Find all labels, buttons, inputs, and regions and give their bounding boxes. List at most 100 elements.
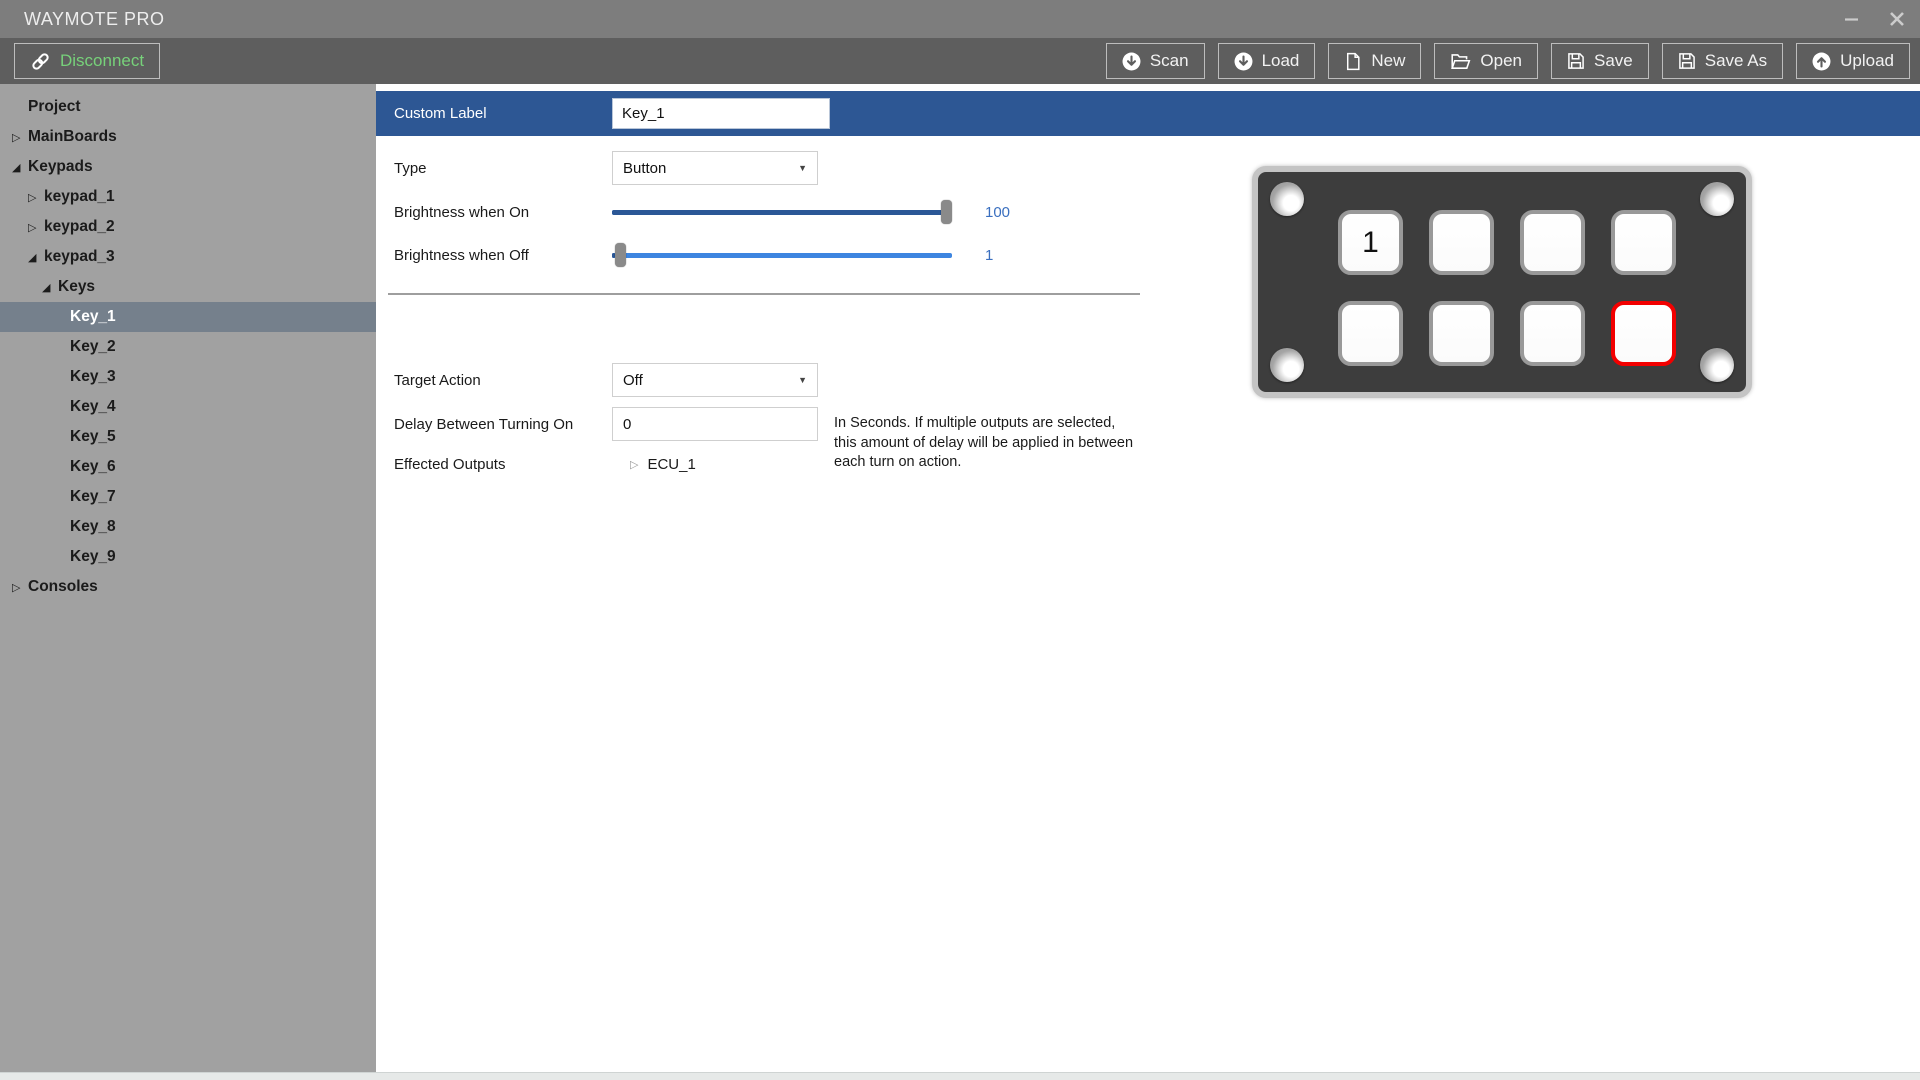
tree-item-keypads[interactable]: ◢Keypads bbox=[0, 152, 376, 182]
keypad-key-7[interactable] bbox=[1520, 301, 1585, 366]
keypad-key-4[interactable] bbox=[1611, 210, 1676, 275]
collapsed-arrow-icon[interactable]: ▷ bbox=[28, 213, 44, 243]
section-divider bbox=[388, 293, 1140, 295]
tree-item-label: Key_7 bbox=[70, 488, 116, 505]
close-icon bbox=[1890, 12, 1904, 26]
content: Project▷MainBoards◢Keypads▷keypad_1▷keyp… bbox=[0, 84, 1920, 1072]
sidebar: Project▷MainBoards◢Keypads▷keypad_1▷keyp… bbox=[0, 84, 376, 1072]
delay-row: Delay Between Turning On bbox=[394, 407, 818, 441]
close-button[interactable] bbox=[1874, 0, 1920, 38]
tree-item-key_9[interactable]: Key_9 bbox=[0, 542, 376, 572]
tree-item-consoles[interactable]: ▷Consoles bbox=[0, 572, 376, 602]
toolbar-button-scan[interactable]: Scan bbox=[1106, 43, 1205, 79]
brightness-off-label: Brightness when Off bbox=[394, 247, 612, 264]
tree-item-keys[interactable]: ◢Keys bbox=[0, 272, 376, 302]
slider-thumb[interactable] bbox=[941, 200, 952, 224]
disconnect-button[interactable]: Disconnect bbox=[14, 43, 160, 79]
tree-item-key_6[interactable]: Key_6 bbox=[0, 452, 376, 482]
expanded-arrow-icon[interactable]: ◢ bbox=[28, 243, 44, 273]
slider-thumb[interactable] bbox=[615, 243, 626, 267]
key-editor: Custom Label Type Button ▼ Brightness wh… bbox=[376, 84, 1920, 1072]
toolbar-button-open[interactable]: Open bbox=[1434, 43, 1538, 79]
keypad-key-5[interactable] bbox=[1338, 301, 1403, 366]
chevron-down-icon: ▼ bbox=[798, 375, 807, 385]
target-action-dropdown[interactable]: Off ▼ bbox=[612, 363, 818, 397]
app-title: WAYMOTE PRO bbox=[24, 9, 165, 30]
effected-outputs-expander[interactable]: ▷ ECU_1 bbox=[612, 456, 696, 473]
tree-item-keypad_1[interactable]: ▷keypad_1 bbox=[0, 182, 376, 212]
target-action-label: Target Action bbox=[394, 372, 612, 389]
toolbar-button-upload[interactable]: Upload bbox=[1796, 43, 1910, 79]
keypad-key-6[interactable] bbox=[1429, 301, 1494, 366]
screw-icon bbox=[1700, 182, 1734, 216]
tree-item-key_1[interactable]: Key_1 bbox=[0, 302, 376, 332]
horizontal-scrollbar[interactable] bbox=[0, 1072, 1920, 1080]
keypad-key-1[interactable]: 1 bbox=[1338, 210, 1403, 275]
tree-item-label: Key_6 bbox=[70, 458, 116, 475]
custom-label-input[interactable] bbox=[612, 98, 830, 129]
circle-arrow-up-icon bbox=[1812, 52, 1831, 71]
collapsed-arrow-icon[interactable]: ▷ bbox=[12, 123, 28, 153]
titlebar: WAYMOTE PRO bbox=[0, 0, 1920, 38]
keypad-key-2[interactable] bbox=[1429, 210, 1494, 275]
tree-item-keypad_2[interactable]: ▷keypad_2 bbox=[0, 212, 376, 242]
tree-item-label: Key_2 bbox=[70, 338, 116, 355]
keypad-preview: 1 bbox=[1252, 166, 1752, 398]
floppy-icon bbox=[1678, 52, 1696, 70]
tree-item-label: Project bbox=[28, 98, 81, 115]
tree-item-label: Keys bbox=[58, 278, 95, 295]
effected-outputs-row: Effected Outputs ▷ ECU_1 bbox=[394, 456, 696, 473]
tree-item-key_7[interactable]: Key_7 bbox=[0, 482, 376, 512]
toolbar-button-label: Load bbox=[1262, 51, 1300, 71]
tree-item-key_8[interactable]: Key_8 bbox=[0, 512, 376, 542]
keypad-key-3[interactable] bbox=[1520, 210, 1585, 275]
toolbar-button-load[interactable]: Load bbox=[1218, 43, 1316, 79]
type-dropdown[interactable]: Button ▼ bbox=[612, 151, 818, 185]
target-action-row: Target Action Off ▼ bbox=[394, 363, 818, 397]
tree-item-label: keypad_3 bbox=[44, 248, 115, 265]
floppy-icon bbox=[1567, 52, 1585, 70]
tree-item-label: keypad_1 bbox=[44, 188, 115, 205]
keypad-key-8-highlighted[interactable] bbox=[1611, 301, 1676, 366]
type-value: Button bbox=[623, 160, 666, 177]
brightness-on-row: Brightness when On 100 bbox=[394, 199, 1010, 225]
tree-item-key_4[interactable]: Key_4 bbox=[0, 392, 376, 422]
delay-input[interactable] bbox=[612, 407, 818, 441]
tree-item-key_3[interactable]: Key_3 bbox=[0, 362, 376, 392]
expander-collapsed-icon: ▷ bbox=[630, 458, 638, 471]
chevron-down-icon: ▼ bbox=[798, 163, 807, 173]
tree-item-label: Key_3 bbox=[70, 368, 116, 385]
tree-item-keypad_3[interactable]: ◢keypad_3 bbox=[0, 242, 376, 272]
brightness-on-slider[interactable] bbox=[612, 199, 952, 225]
window-controls bbox=[1828, 0, 1920, 38]
keypad-key-label: 1 bbox=[1362, 226, 1379, 260]
toolbar-button-new[interactable]: New bbox=[1328, 43, 1421, 79]
tree-item-label: Consoles bbox=[28, 578, 98, 595]
delay-help-text: In Seconds. If multiple outputs are sele… bbox=[834, 414, 1139, 473]
toolbar-button-save-as[interactable]: Save As bbox=[1662, 43, 1783, 79]
disconnect-label: Disconnect bbox=[60, 51, 144, 71]
collapsed-arrow-icon[interactable]: ▷ bbox=[12, 573, 28, 603]
tree-item-label: keypad_2 bbox=[44, 218, 115, 235]
tree-item-mainboards[interactable]: ▷MainBoards bbox=[0, 122, 376, 152]
brightness-off-value: 1 bbox=[985, 247, 993, 264]
brightness-off-slider[interactable] bbox=[612, 242, 952, 268]
app-window: WAYMOTE PRO Disconnect bbox=[0, 0, 1920, 1080]
toolbar: Disconnect Scan Load New Open Save Save As Upl… bbox=[0, 38, 1920, 84]
expanded-arrow-icon[interactable]: ◢ bbox=[12, 153, 28, 183]
toolbar-button-group: Scan Load New Open Save Save As Upload bbox=[1106, 43, 1910, 79]
tree-item-project[interactable]: Project bbox=[0, 92, 376, 122]
effected-outputs-label: Effected Outputs bbox=[394, 456, 612, 473]
toolbar-button-label: Upload bbox=[1840, 51, 1894, 71]
collapsed-arrow-icon[interactable]: ▷ bbox=[28, 183, 44, 213]
minimize-button[interactable] bbox=[1828, 0, 1874, 38]
project-tree: Project▷MainBoards◢Keypads▷keypad_1▷keyp… bbox=[0, 92, 376, 602]
tree-item-key_2[interactable]: Key_2 bbox=[0, 332, 376, 362]
expanded-arrow-icon[interactable]: ◢ bbox=[42, 273, 58, 303]
tree-item-key_5[interactable]: Key_5 bbox=[0, 422, 376, 452]
minimize-icon bbox=[1845, 18, 1858, 21]
custom-label-label: Custom Label bbox=[394, 91, 487, 136]
screw-icon bbox=[1270, 182, 1304, 216]
toolbar-button-save[interactable]: Save bbox=[1551, 43, 1649, 79]
tree-item-label: Key_4 bbox=[70, 398, 116, 415]
